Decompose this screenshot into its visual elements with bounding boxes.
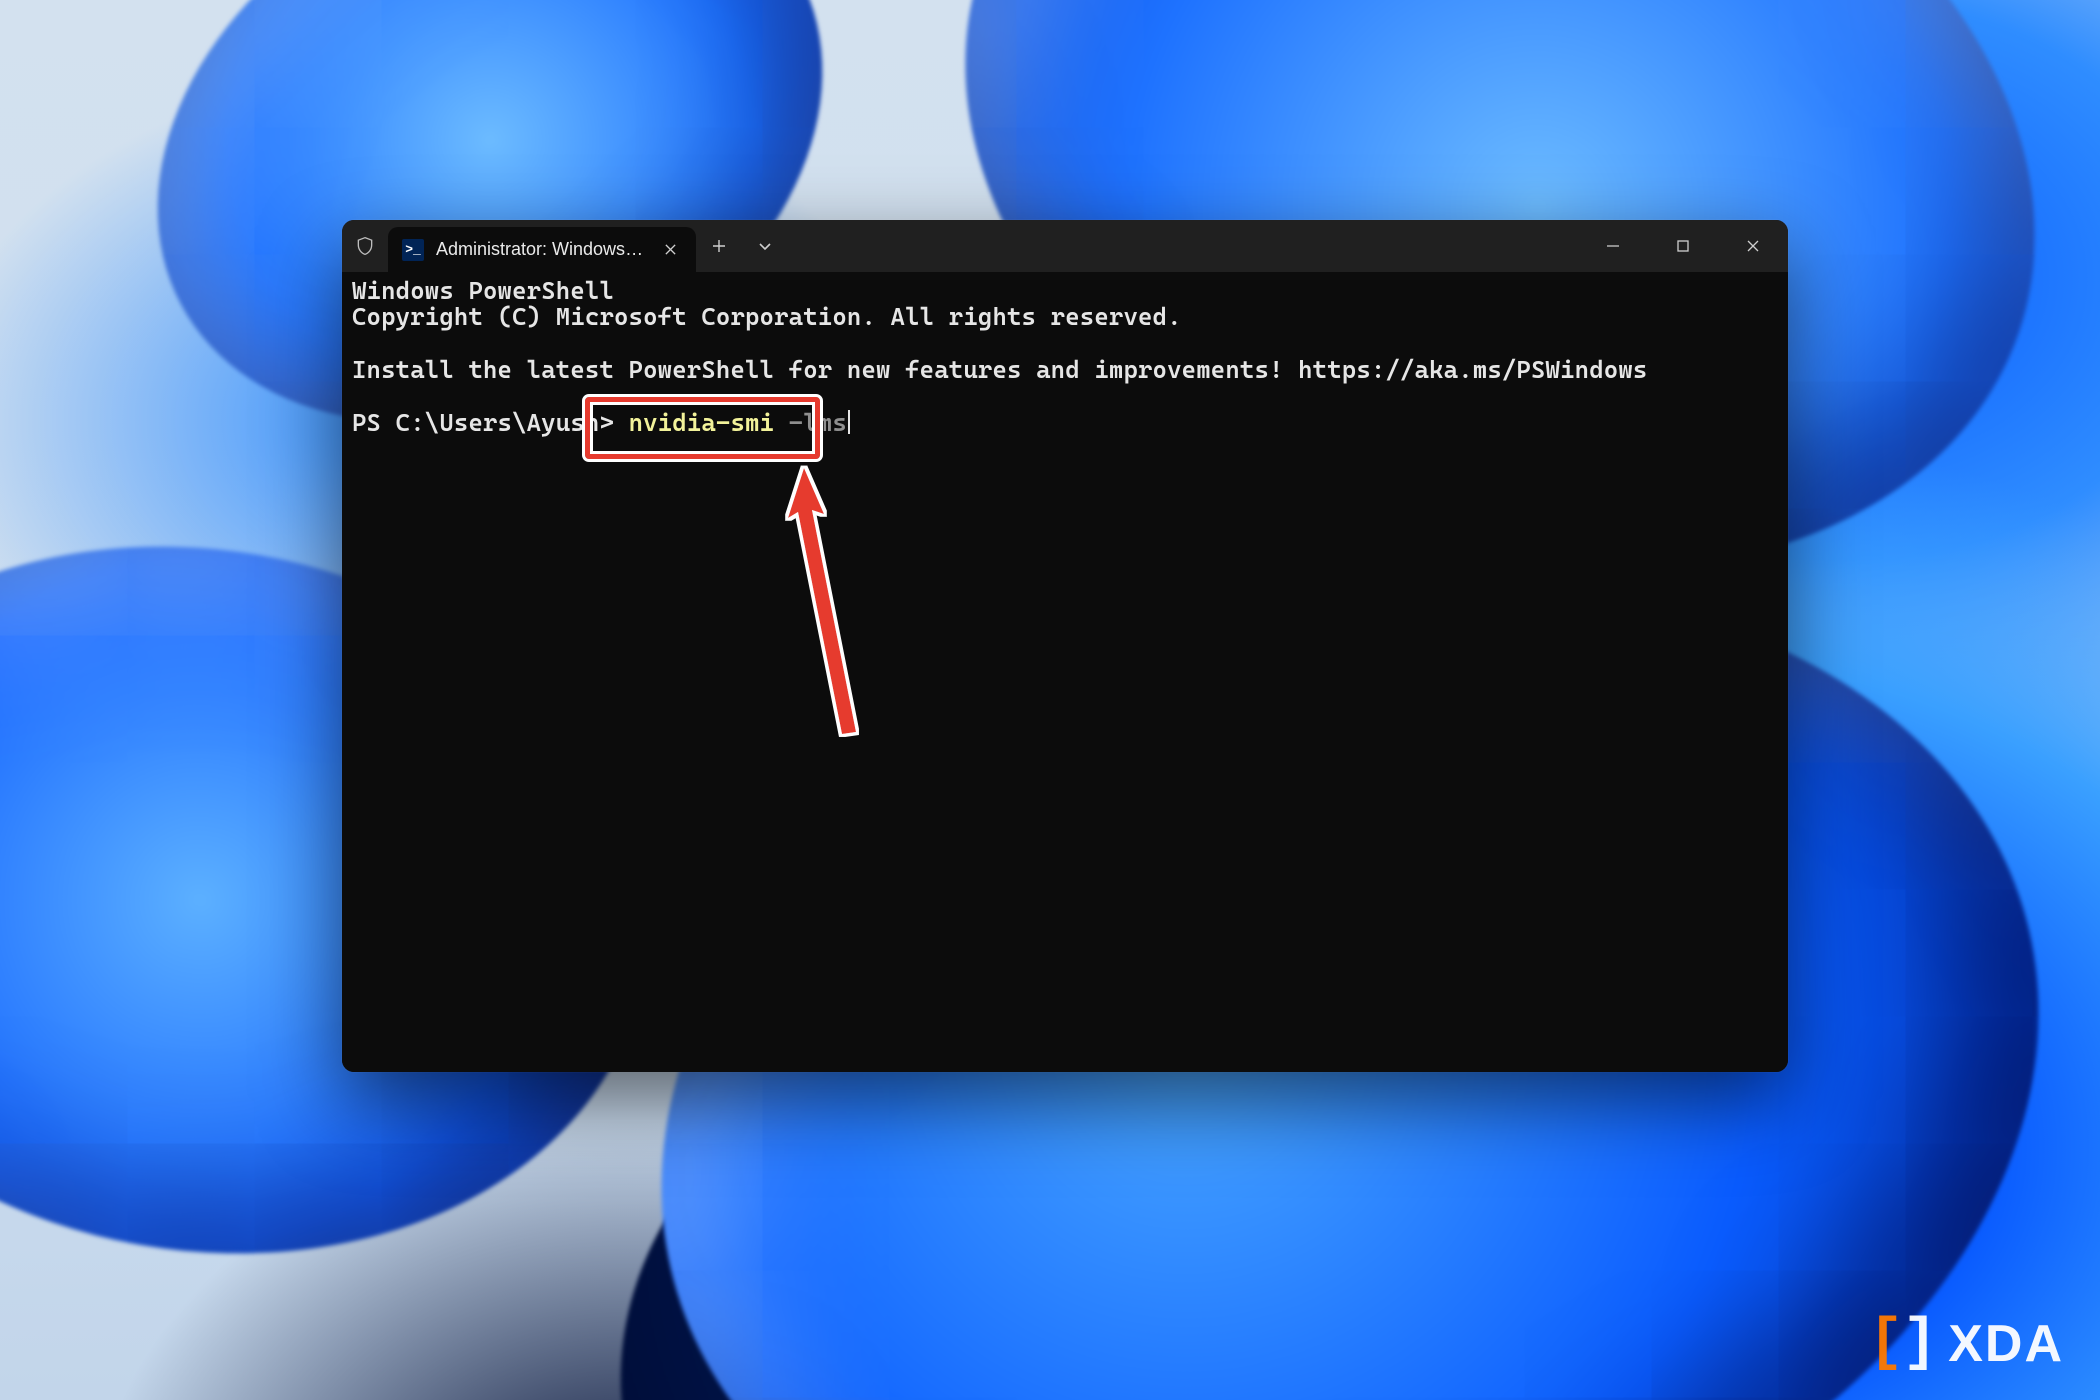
command-executable: nvidia-smi — [629, 408, 775, 437]
tab-dropdown-button[interactable] — [742, 220, 788, 272]
command-argument: -lms — [774, 408, 847, 437]
admin-shield-icon — [342, 220, 388, 272]
window-close-button[interactable] — [1718, 220, 1788, 272]
minimize-button[interactable] — [1578, 220, 1648, 272]
text-cursor — [848, 410, 850, 434]
terminal-line: Install the latest PowerShell for new fe… — [352, 355, 1647, 384]
terminal-line: Copyright (C) Microsoft Corporation. All… — [352, 302, 1182, 331]
watermark-logo-icon: [] — [1869, 1311, 1935, 1376]
powershell-icon: >_ — [402, 239, 424, 261]
tab-title: Administrator: Windows Powe — [436, 239, 646, 260]
maximize-button[interactable] — [1648, 220, 1718, 272]
titlebar[interactable]: >_ Administrator: Windows Powe — [342, 220, 1788, 272]
new-tab-button[interactable] — [696, 220, 742, 272]
tab-powershell[interactable]: >_ Administrator: Windows Powe — [388, 227, 696, 272]
terminal-line: Windows PowerShell — [352, 276, 614, 305]
watermark: [] XDA — [1869, 1311, 2064, 1376]
watermark-text: XDA — [1948, 1314, 2064, 1374]
titlebar-drag-region[interactable] — [788, 220, 1578, 272]
terminal-window: >_ Administrator: Windows Powe Windows P… — [342, 220, 1788, 1072]
terminal-output[interactable]: Windows PowerShell Copyright (C) Microso… — [342, 272, 1788, 1072]
tab-close-button[interactable] — [658, 238, 682, 262]
prompt: PS C:\Users\Ayush> — [352, 408, 629, 437]
